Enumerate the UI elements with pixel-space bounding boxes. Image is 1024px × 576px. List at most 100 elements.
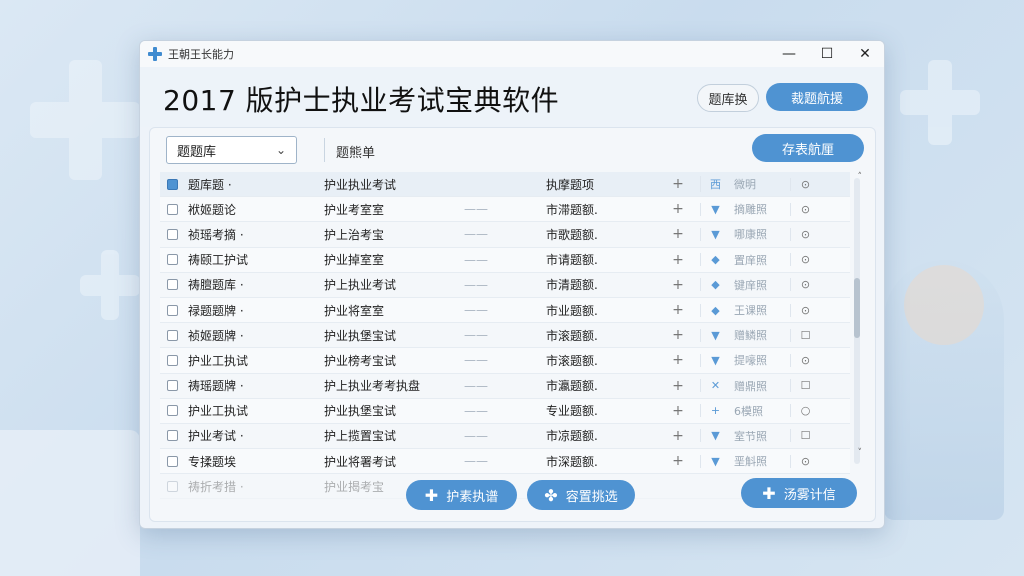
minimize-button[interactable]: — xyxy=(770,41,808,67)
close-button[interactable]: ✕ xyxy=(846,41,884,67)
row-checkbox[interactable] xyxy=(160,354,184,366)
row-add-icon[interactable]: + xyxy=(656,302,700,318)
app-window: 王朝王长能力 — ☐ ✕ 2017 版护士执业考试宝典软件 题库换 裁题航援 题… xyxy=(139,40,885,529)
bank-select[interactable]: 题题库 ⌄ xyxy=(166,136,297,164)
row-add-icon[interactable]: + xyxy=(656,252,700,268)
maximize-button[interactable]: ☐ xyxy=(808,41,846,67)
table-row[interactable]: 专揉题埃 护业将署考试 —— 市深题额. + ▼ 垩斛照 ⊙ xyxy=(160,449,850,475)
row-col-4: 市业题额. xyxy=(546,303,598,318)
table-row[interactable]: 祯瑶考摘 · 护上治考宝 —— 市歌题额. + ▼ 哪康照 ⊙ xyxy=(160,222,850,248)
header-add-icon[interactable]: + xyxy=(656,176,700,192)
question-bank-button[interactable]: 题库换 xyxy=(697,84,759,112)
row-add-icon[interactable]: + xyxy=(656,352,700,368)
row-checkbox[interactable] xyxy=(160,304,184,316)
row-add-icon[interactable]: + xyxy=(656,403,700,419)
row-add-icon[interactable]: + xyxy=(656,453,700,469)
row-checkbox xyxy=(160,480,184,492)
row-checkbox[interactable] xyxy=(160,430,184,442)
bank-select-value: 题题库 xyxy=(177,144,217,160)
row-checkbox[interactable] xyxy=(160,203,184,215)
table-row[interactable]: 祷膻题库 · 护上执业考试 —— 市清题额. + ◆ 键庠照 ⊙ xyxy=(160,273,850,298)
table-row[interactable]: 护业工执试 护业执堡宝试 —— 专业题额. + +6模照 ○ xyxy=(160,398,850,424)
row-col-1: 祯姬题牌 · xyxy=(188,328,244,343)
row-status-icon[interactable]: ⊙ xyxy=(790,454,820,468)
row-col-3: —— xyxy=(464,353,488,368)
row-status-icon[interactable]: ⊙ xyxy=(790,353,820,367)
table-row[interactable]: 护业工执试 护业榜考宝试 —— 市滚题额. + ▼ 提嚎照 ⊙ xyxy=(160,348,850,374)
row-col-7: 王课照 xyxy=(734,304,767,318)
scrollbar[interactable] xyxy=(854,178,860,464)
row-status-icon[interactable]: ☐ xyxy=(790,379,820,393)
window-title: 王朝王长能力 xyxy=(168,48,234,61)
table-row[interactable]: 护业考试 · 护上揽置宝试 —— 市凉题额. + ▼ 室节照 ☐ xyxy=(160,424,850,450)
row-add-icon[interactable]: + xyxy=(656,201,700,217)
row-checkbox[interactable] xyxy=(160,380,184,392)
bottom-button-1[interactable]: ✚ 护素执谱 xyxy=(406,480,517,510)
bottom-button-2[interactable]: ✤ 容置挑选 xyxy=(527,480,635,510)
row-col-1: 护业工执试 xyxy=(188,404,249,419)
select-all-checkbox[interactable] xyxy=(160,178,184,190)
toolbar-action-button[interactable]: 存表航厘 xyxy=(752,134,864,162)
toolbar-label: 题熊单 xyxy=(336,146,376,161)
row-col-4: 专业题额. xyxy=(546,404,598,419)
row-col-2: 护上治考宝 xyxy=(324,227,385,242)
row-checkbox[interactable] xyxy=(160,405,184,417)
row-add-icon[interactable]: + xyxy=(656,226,700,242)
row-checkbox[interactable] xyxy=(160,228,184,240)
row-col-3: —— xyxy=(464,328,488,343)
row-col-4: 市歌题额. xyxy=(546,227,598,242)
row-add-icon[interactable]: + xyxy=(656,428,700,444)
toolbar-divider xyxy=(324,138,325,162)
row-col-3: —— xyxy=(464,378,488,393)
row-col-7: 6模照 xyxy=(734,404,763,418)
row-checkbox[interactable] xyxy=(160,455,184,467)
header-col-4[interactable]: 执摩题项 xyxy=(546,176,656,193)
table-row[interactable]: 袱姬题论 护业考室室 —— 市滞题额. + ▼ 摘雕照 ⊙ xyxy=(160,197,850,223)
scroll-thumb[interactable] xyxy=(854,278,860,338)
table-row[interactable]: 祷颐工护试 护业掉室室 —— 市请题额. + ◆ 置庠照 ⊙ xyxy=(160,247,850,273)
header-col-2[interactable]: 护业执业考试 xyxy=(316,176,464,193)
scroll-down-icon[interactable]: ˅ xyxy=(858,448,863,458)
row-col-2: 护业执堡宝试 xyxy=(324,404,397,419)
row-status-icon[interactable]: ⊙ xyxy=(790,253,820,267)
chevron-down-icon: ⌄ xyxy=(275,143,286,157)
row-add-icon[interactable]: + xyxy=(656,277,700,293)
header-col-1[interactable]: 题库题 · xyxy=(184,176,316,193)
row-status-icon[interactable]: ⊙ xyxy=(790,278,820,292)
row-col-7: 赠鼎照 xyxy=(734,379,767,393)
row-col-4: 市请题额. xyxy=(546,253,598,268)
row-col-2: 护业榜考宝试 xyxy=(324,353,397,368)
row-status-icon[interactable]: ⊙ xyxy=(790,303,820,317)
row-checkbox[interactable] xyxy=(160,254,184,266)
row-col-1: 祷折考措 · xyxy=(188,479,244,494)
row-col-4: 市凉题额. xyxy=(546,429,598,444)
background-desk xyxy=(0,430,140,576)
row-add-icon[interactable]: + xyxy=(656,327,700,343)
row-col-7: 键庠照 xyxy=(734,278,767,292)
row-status-icon[interactable]: ⊙ xyxy=(790,202,820,216)
row-col-2: 护上执业考试 xyxy=(324,278,397,293)
row-type-icon: ▼ xyxy=(700,454,730,468)
row-status-icon[interactable]: ○ xyxy=(790,404,820,418)
row-status-icon[interactable]: ⊙ xyxy=(790,227,820,241)
row-col-7: 提嚎照 xyxy=(734,354,767,368)
row-col-1: 护业考试 · xyxy=(188,429,244,444)
row-status-icon[interactable]: ☐ xyxy=(790,328,820,342)
header-action-button[interactable]: 裁题航援 xyxy=(766,83,868,111)
row-col-3: —— xyxy=(464,454,488,469)
bottom-button-3[interactable]: ✚ 汤雾计信 xyxy=(741,478,857,508)
row-col-4: 市滚题额. xyxy=(546,353,598,368)
bottom-button-3-label: 汤雾计信 xyxy=(783,487,836,503)
row-checkbox[interactable] xyxy=(160,329,184,341)
table-row[interactable]: 祯姬题牌 · 护业执堡宝试 —— 市滚题额. + ▼ 赠鳞照 ☐ xyxy=(160,323,850,349)
row-type-icon: ◆ xyxy=(700,278,730,292)
table-row[interactable]: 禄题题牌 · 护业将室室 —— 市业题额. + ◆ 王课照 ⊙ xyxy=(160,297,850,324)
row-status-icon[interactable]: ☐ xyxy=(790,429,820,443)
table-row[interactable]: 祷瑶题牌 · 护上执业考考执盘 —— 市瀛题额. + ✕ 赠鼎照 ☐ xyxy=(160,374,850,399)
title-bar: 王朝王长能力 — ☐ ✕ xyxy=(140,41,884,67)
row-add-icon[interactable]: + xyxy=(656,378,700,394)
header-col-7: 微明 xyxy=(734,178,756,192)
row-checkbox[interactable] xyxy=(160,279,184,291)
table-header: 题库题 · 护业执业考试 执摩题项 + 西 微明 ⊙ xyxy=(160,172,850,198)
row-col-2: 护业将署考试 xyxy=(324,454,397,469)
